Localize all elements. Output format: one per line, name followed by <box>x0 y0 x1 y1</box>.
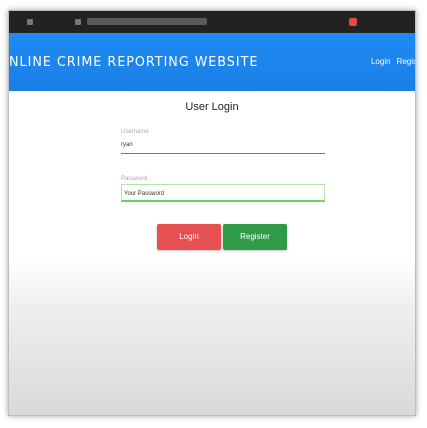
main-content: User Login Username ryan Password Your P… <box>9 91 415 415</box>
browser-toolbar <box>9 11 415 33</box>
password-label: Password <box>121 176 148 182</box>
username-input[interactable]: ryan <box>121 137 325 154</box>
address-bar[interactable] <box>87 18 207 25</box>
browser-control-icon[interactable] <box>75 19 81 25</box>
nav-register-link[interactable]: Regis <box>397 57 415 66</box>
login-button[interactable]: Login <box>157 224 221 250</box>
nav-login-link[interactable]: Login <box>371 57 391 66</box>
username-label: Username <box>121 129 149 135</box>
screenshot-frame: NLINE CRIME REPORTING WEBSITE Login Regis… <box>8 10 416 416</box>
browser-control-icon[interactable] <box>27 19 33 25</box>
password-input[interactable]: Your Password <box>121 184 325 202</box>
nav-links: Login Regis <box>371 57 415 66</box>
page-title: User Login <box>185 101 239 113</box>
register-button[interactable]: Register <box>223 224 287 250</box>
browser-extension-icon[interactable] <box>349 18 357 26</box>
navbar: NLINE CRIME REPORTING WEBSITE Login Regis <box>9 33 415 91</box>
site-title[interactable]: NLINE CRIME REPORTING WEBSITE <box>9 55 258 70</box>
